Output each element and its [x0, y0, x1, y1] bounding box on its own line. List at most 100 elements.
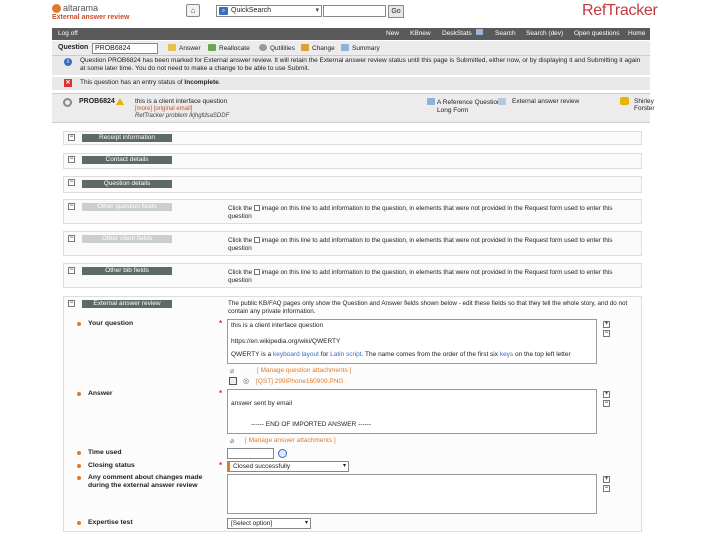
- logo-text: altarama: [63, 3, 99, 13]
- your-question-line3: QWERTY is a keyboard layout for Latin sc…: [231, 351, 593, 359]
- link-keyboard-layout[interactable]: keyboard layout: [273, 351, 319, 358]
- answer-line2: ------ END OF IMPORTED ANSWER ------: [251, 421, 372, 428]
- section-title-question[interactable]: Question details: [82, 180, 172, 188]
- nav-home[interactable]: Home: [628, 30, 645, 37]
- error-icon: ✕: [64, 79, 72, 87]
- your-question-line1: this is a client interface question: [231, 322, 324, 329]
- qutilities-action[interactable]: Qutilities: [259, 44, 295, 52]
- attachment-file-icon[interactable]: [229, 377, 237, 385]
- change-action[interactable]: Change: [301, 44, 335, 52]
- hint-pre: Click the: [228, 205, 253, 212]
- your-question-textarea[interactable]: this is a client interface question http…: [227, 319, 597, 364]
- nav-open-questions[interactable]: Open questions: [574, 30, 620, 37]
- qwerty-text-c: . The name comes from the order of the f…: [361, 351, 500, 358]
- manage-question-attachments-link[interactable]: [ Manage question attachments ]: [257, 367, 351, 374]
- hint-post: image on this line to add information to…: [228, 205, 613, 220]
- expand-icon[interactable]: −: [68, 235, 75, 242]
- section-title-contact[interactable]: Contact details: [82, 156, 172, 164]
- section-title-ext-review[interactable]: External answer review: [82, 300, 172, 308]
- expand-field-icon[interactable]: +: [603, 321, 610, 328]
- summary-action[interactable]: Summary: [341, 44, 380, 52]
- nav-kbnew[interactable]: KBnew: [410, 30, 431, 37]
- home-icon[interactable]: ⌂: [186, 4, 200, 17]
- question-bar: Question PROB6824 Answer Reallocate Quti…: [52, 41, 650, 56]
- nav-deskstats[interactable]: DeskStats: [442, 30, 472, 37]
- paperclip-icon: ⌀: [230, 438, 235, 445]
- qwerty-text-d: on the top left letter: [513, 351, 571, 358]
- comment-textarea[interactable]: [227, 474, 597, 514]
- info-icon: i: [64, 58, 72, 66]
- expand-icon[interactable]: −: [68, 300, 75, 307]
- expertise-test-value: [Select option]: [231, 520, 273, 527]
- attachment-link[interactable]: [QST] 299iPhone160909.PNG: [256, 378, 343, 385]
- qwerty-text-b: for: [318, 351, 331, 358]
- quicksearch-select[interactable]: ⌕ QuickSearch ▾: [216, 5, 322, 17]
- problem-links[interactable]: [more] [original email]: [135, 106, 192, 112]
- answer-line1: answer sent by email: [231, 400, 293, 407]
- expertise-test-select[interactable]: [Select option] ▾: [227, 518, 311, 529]
- section-receipt: − Receipt information: [63, 131, 642, 145]
- collapse-field-icon[interactable]: −: [603, 400, 610, 407]
- problem-summary-row: PROB6824 this is a client interface ques…: [52, 93, 655, 123]
- closing-status-select[interactable]: Closed successfully ▾: [227, 461, 349, 472]
- hint-pre: Click the: [228, 237, 253, 244]
- reallocate-icon: [208, 44, 216, 51]
- section-title-other-bib[interactable]: Other bib fields: [82, 267, 172, 275]
- nav-search[interactable]: Search: [495, 30, 516, 37]
- section-other-bib: − Other bib fields Click the image on th…: [63, 263, 642, 288]
- section-title-receipt[interactable]: Receipt information: [82, 134, 172, 142]
- expand-icon[interactable]: −: [68, 179, 75, 186]
- clock-icon[interactable]: [278, 449, 287, 458]
- manage-answer-attachments-link[interactable]: [ Manage answer attachments ]: [245, 437, 336, 444]
- quicksearch-selected: QuickSearch: [231, 7, 272, 14]
- hint-pre: Click the: [228, 269, 253, 276]
- error-message-pre: This question has an entry status of: [80, 79, 185, 86]
- chevron-down-icon: ▾: [315, 7, 319, 14]
- reallocate-action-label: Reallocate: [219, 45, 250, 52]
- problem-subtitle: RefTracker problem lkjhgfdsaSDDF: [135, 113, 230, 119]
- link-keys[interactable]: keys: [500, 351, 513, 358]
- view-attachment-icon[interactable]: ◎: [243, 377, 249, 385]
- answer-action[interactable]: Answer: [168, 44, 201, 52]
- expand-icon: [253, 269, 260, 275]
- expand-field-icon[interactable]: +: [603, 391, 610, 398]
- hint-post: image on this line to add information to…: [228, 237, 613, 252]
- expand-icon[interactable]: −: [68, 267, 75, 274]
- link-latin-script[interactable]: Latin script: [330, 351, 361, 358]
- question-format-line2: Long Form: [437, 107, 469, 114]
- section-other-question: − Other question fields Click the image …: [63, 199, 642, 224]
- required-marker: *: [219, 461, 223, 470]
- question-id-input[interactable]: PROB6824: [92, 43, 158, 54]
- logoff-link[interactable]: Log off: [58, 30, 78, 37]
- nav-new[interactable]: New: [386, 30, 399, 37]
- collapse-field-icon[interactable]: −: [603, 485, 610, 492]
- expand-field-icon[interactable]: +: [603, 476, 610, 483]
- expand-icon[interactable]: −: [68, 203, 75, 210]
- section-title-other-client[interactable]: Other client fields: [82, 235, 172, 243]
- bullet-icon: [77, 464, 81, 468]
- problem-id[interactable]: PROB6824: [79, 98, 115, 105]
- reftracker-brand: RefTracker: [582, 2, 658, 19]
- bullet-icon: [77, 521, 81, 525]
- go-button[interactable]: Go: [388, 5, 404, 18]
- expertise-test-label: Expertise test: [88, 519, 133, 526]
- answer-action-label: Answer: [179, 45, 201, 52]
- expand-icon: [253, 205, 260, 211]
- top-nav: Log off New KBnew DeskStats Search Searc…: [52, 28, 650, 40]
- reallocate-action[interactable]: Reallocate: [208, 44, 250, 52]
- gear-icon[interactable]: [63, 98, 72, 107]
- time-used-input[interactable]: [227, 448, 274, 459]
- magnifier-icon: ⌕: [219, 7, 228, 15]
- expand-icon[interactable]: −: [68, 134, 75, 141]
- page-subtitle: External answer review: [52, 14, 130, 21]
- collapse-field-icon[interactable]: −: [603, 330, 610, 337]
- answer-textarea[interactable]: answer sent by email ------ END OF IMPOR…: [227, 389, 597, 434]
- expand-icon[interactable]: −: [68, 156, 75, 163]
- section-title-other-question[interactable]: Other question fields: [82, 203, 172, 211]
- section-contact: − Contact details: [63, 153, 642, 169]
- quicksearch-input[interactable]: [323, 5, 386, 17]
- qutilities-icon: [259, 44, 267, 51]
- entry-status: Incomplete: [184, 79, 219, 86]
- nav-search-dev[interactable]: Search (dev): [526, 30, 563, 37]
- comment-label-line2: during the external answer review: [88, 482, 198, 489]
